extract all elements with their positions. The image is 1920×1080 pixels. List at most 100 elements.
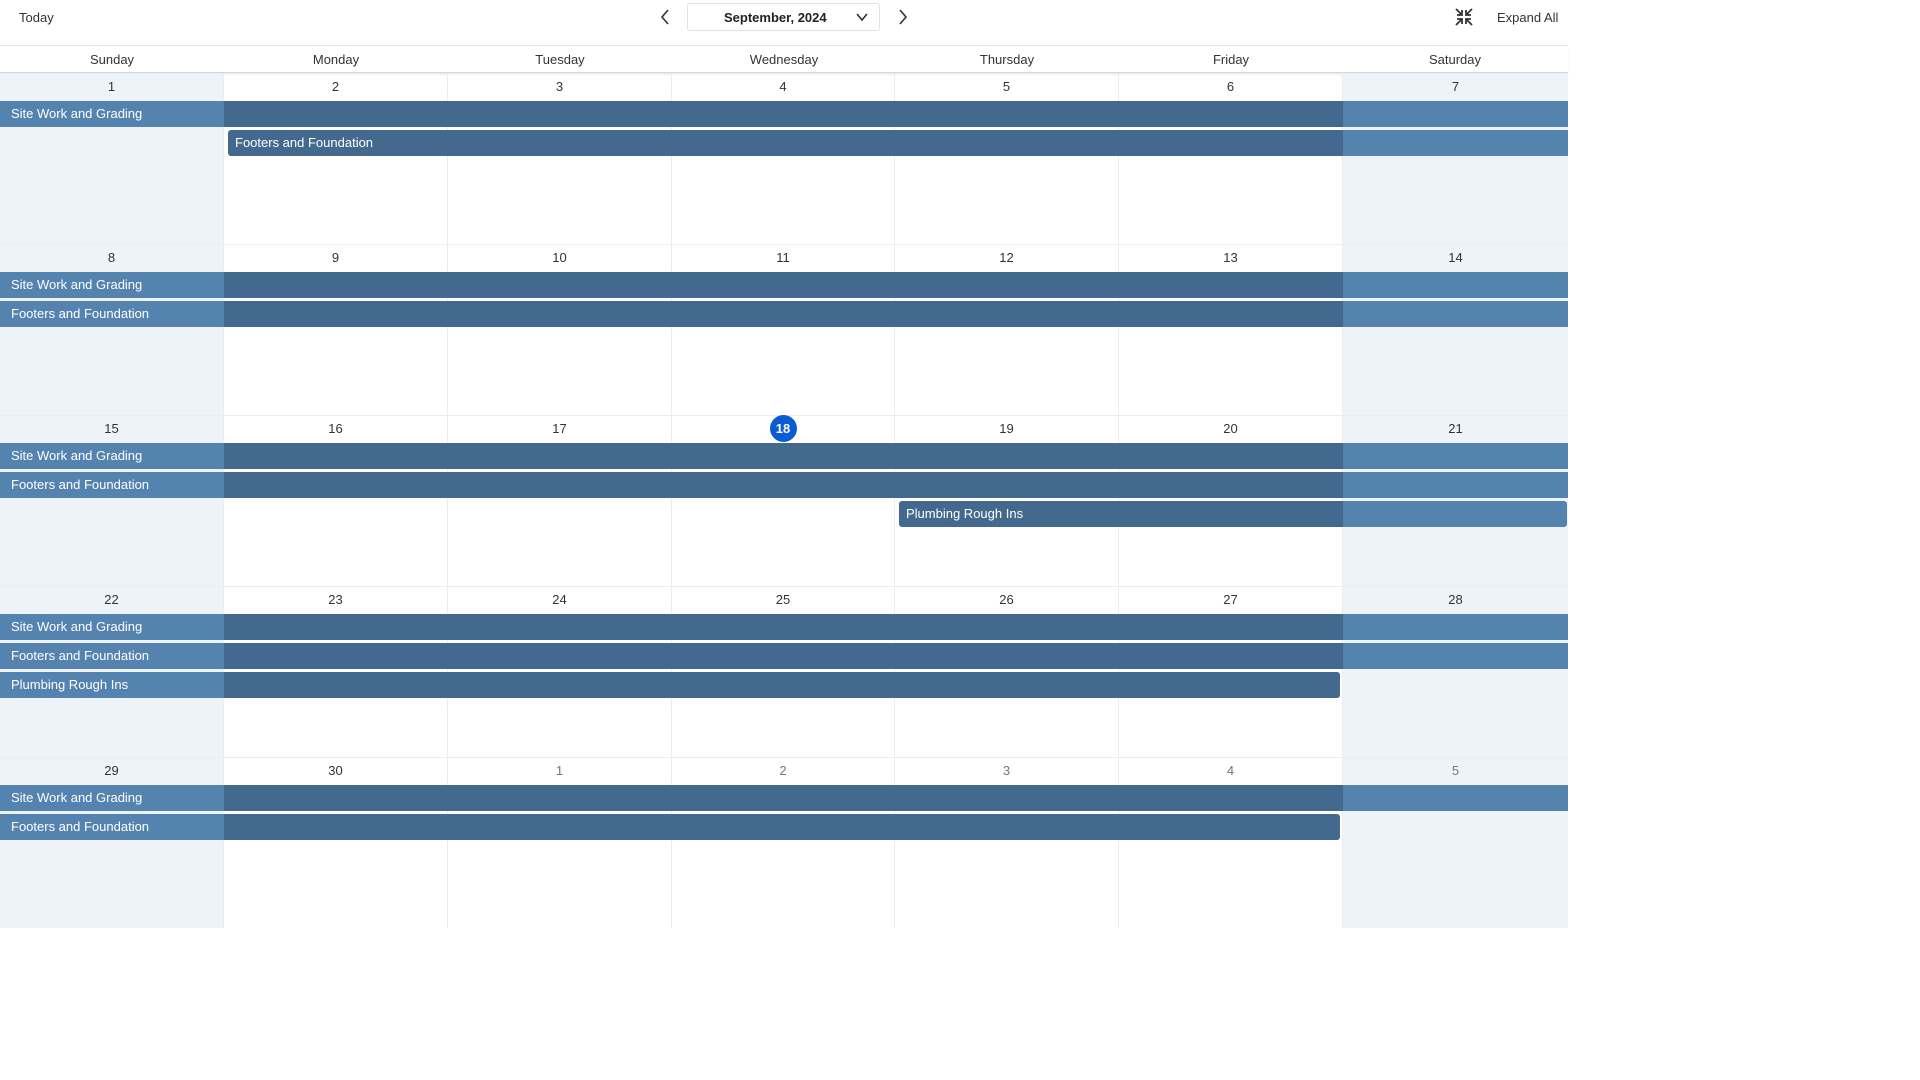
day-number: 6 bbox=[1226, 79, 1235, 94]
day-cell[interactable]: 9 bbox=[224, 244, 448, 415]
day-cell[interactable]: 14 bbox=[1343, 244, 1568, 415]
weekday-sunday: Sunday bbox=[89, 52, 135, 67]
event-bar-site-work[interactable]: Site Work and Grading bbox=[0, 443, 1568, 469]
today-button[interactable]: Today bbox=[19, 10, 54, 25]
event-bar-footers[interactable]: Footers and Foundation bbox=[228, 130, 1568, 156]
day-number: 10 bbox=[552, 250, 567, 265]
week-row: 8 9 10 11 12 13 14 Site Work and Grading… bbox=[0, 244, 1568, 415]
day-number: 5 bbox=[1451, 763, 1460, 778]
event-bar-site-work[interactable]: Site Work and Grading bbox=[0, 614, 1568, 640]
day-cell[interactable]: 17 bbox=[448, 415, 672, 586]
day-number: 25 bbox=[775, 592, 791, 607]
event-label: Site Work and Grading bbox=[11, 106, 143, 121]
day-cell-today[interactable]: 18 bbox=[672, 415, 895, 586]
chevron-down-icon bbox=[855, 10, 869, 24]
event-label: Footers and Foundation bbox=[11, 819, 150, 834]
day-number: 15 bbox=[104, 421, 119, 436]
calendar-toolbar: Today September, 2024 Expand All bbox=[0, 0, 1568, 46]
day-number: 28 bbox=[1448, 592, 1463, 607]
weekday-wednesday: Wednesday bbox=[749, 52, 819, 67]
event-bar-plumbing[interactable]: Plumbing Rough Ins bbox=[899, 501, 1567, 527]
day-cell[interactable]: 4 bbox=[1119, 757, 1343, 928]
day-number: 8 bbox=[107, 250, 116, 265]
day-number: 30 bbox=[328, 763, 343, 778]
weekday-friday: Friday bbox=[1212, 52, 1250, 67]
day-number: 3 bbox=[1002, 763, 1011, 778]
day-cell[interactable]: 15 bbox=[0, 415, 224, 586]
day-number: 2 bbox=[331, 79, 340, 94]
day-number: 7 bbox=[1451, 79, 1460, 94]
day-cell[interactable]: 7 bbox=[1343, 73, 1568, 244]
day-number: 22 bbox=[104, 592, 119, 607]
day-cell[interactable]: 12 bbox=[895, 244, 1119, 415]
event-bar-footers[interactable]: Footers and Foundation bbox=[0, 643, 1568, 669]
day-number: 19 bbox=[999, 421, 1014, 436]
day-cell[interactable]: 30 bbox=[224, 757, 448, 928]
day-number: 14 bbox=[1448, 250, 1463, 265]
day-number: 17 bbox=[552, 421, 567, 436]
month-picker[interactable]: September, 2024 bbox=[687, 3, 880, 31]
weekday-tuesday: Tuesday bbox=[535, 52, 585, 67]
event-bar-footers[interactable]: Footers and Foundation bbox=[0, 301, 1568, 327]
month-grid: 1 2 3 4 5 6 7 Site Work and Grading Foot… bbox=[0, 73, 1568, 928]
day-number: 21 bbox=[1448, 421, 1463, 436]
weekday-saturday: Saturday bbox=[1428, 52, 1482, 67]
day-cell[interactable]: 13 bbox=[1119, 244, 1343, 415]
weekday-monday: Monday bbox=[312, 52, 360, 67]
collapse-icon[interactable] bbox=[1454, 7, 1474, 27]
week-row: 22 23 24 25 26 27 28 Site Work and Gradi… bbox=[0, 586, 1568, 757]
day-number: 24 bbox=[552, 592, 567, 607]
day-cell[interactable]: 8 bbox=[0, 244, 224, 415]
weekday-header: Sunday Monday Tuesday Wednesday Thursday… bbox=[0, 46, 1568, 73]
event-label: Site Work and Grading bbox=[11, 448, 143, 463]
event-bar-footers[interactable]: Footers and Foundation bbox=[0, 814, 1340, 840]
day-cell[interactable]: 29 bbox=[0, 757, 224, 928]
event-bar-footers[interactable]: Footers and Foundation bbox=[0, 472, 1568, 498]
day-number: 16 bbox=[328, 421, 343, 436]
event-bar-site-work[interactable]: Site Work and Grading bbox=[0, 101, 1568, 127]
day-number: 1 bbox=[555, 763, 564, 778]
event-label: Site Work and Grading bbox=[11, 790, 143, 805]
day-number: 23 bbox=[328, 592, 343, 607]
week-row: 29 30 1 2 3 4 5 Site Work and Grading Fo… bbox=[0, 757, 1568, 928]
day-number: 20 bbox=[1223, 421, 1238, 436]
day-number: 13 bbox=[1223, 250, 1238, 265]
event-bar-site-work[interactable]: Site Work and Grading bbox=[0, 785, 1568, 811]
day-number: 11 bbox=[776, 250, 790, 265]
day-cell[interactable]: 4 bbox=[672, 73, 895, 244]
expand-all-button[interactable]: Expand All bbox=[1497, 10, 1558, 25]
day-number: 2 bbox=[779, 763, 787, 778]
day-cell[interactable]: 1 bbox=[448, 757, 672, 928]
today-marker: 18 bbox=[769, 415, 797, 442]
day-cell[interactable]: 1 bbox=[0, 73, 224, 244]
event-label: Footers and Foundation bbox=[11, 306, 150, 321]
event-bar-site-work[interactable]: Site Work and Grading bbox=[0, 272, 1568, 298]
day-cell[interactable]: 28 bbox=[1343, 586, 1568, 757]
event-label: Plumbing Rough Ins bbox=[906, 506, 1024, 521]
event-label: Footers and Foundation bbox=[11, 477, 150, 492]
day-cell[interactable]: 10 bbox=[448, 244, 672, 415]
day-number: 29 bbox=[104, 763, 119, 778]
event-bar-plumbing[interactable]: Plumbing Rough Ins bbox=[0, 672, 1340, 698]
day-cell[interactable]: 2 bbox=[672, 757, 895, 928]
event-label: Footers and Foundation bbox=[11, 648, 150, 663]
day-cell[interactable]: 3 bbox=[895, 757, 1119, 928]
day-number: 27 bbox=[1223, 592, 1238, 607]
day-number: 26 bbox=[999, 592, 1014, 607]
day-cell[interactable]: 11 bbox=[672, 244, 895, 415]
day-number: 12 bbox=[999, 250, 1014, 265]
day-number: 5 bbox=[1002, 79, 1011, 94]
day-cell[interactable]: 3 bbox=[448, 73, 672, 244]
day-cell[interactable]: 2 bbox=[224, 73, 448, 244]
day-cell[interactable]: 5 bbox=[895, 73, 1119, 244]
day-number: 9 bbox=[331, 250, 340, 265]
chevron-left-icon[interactable] bbox=[655, 7, 675, 27]
month-label: September, 2024 bbox=[724, 10, 827, 25]
day-number: 4 bbox=[779, 79, 787, 94]
day-cell[interactable]: 6 bbox=[1119, 73, 1343, 244]
day-cell[interactable]: 5 bbox=[1343, 757, 1568, 928]
day-number: 1 bbox=[107, 79, 116, 94]
week-row: 15 16 17 18 19 20 21 Site Work and Gradi… bbox=[0, 415, 1568, 586]
day-cell[interactable]: 16 bbox=[224, 415, 448, 586]
chevron-right-icon[interactable] bbox=[893, 7, 913, 27]
